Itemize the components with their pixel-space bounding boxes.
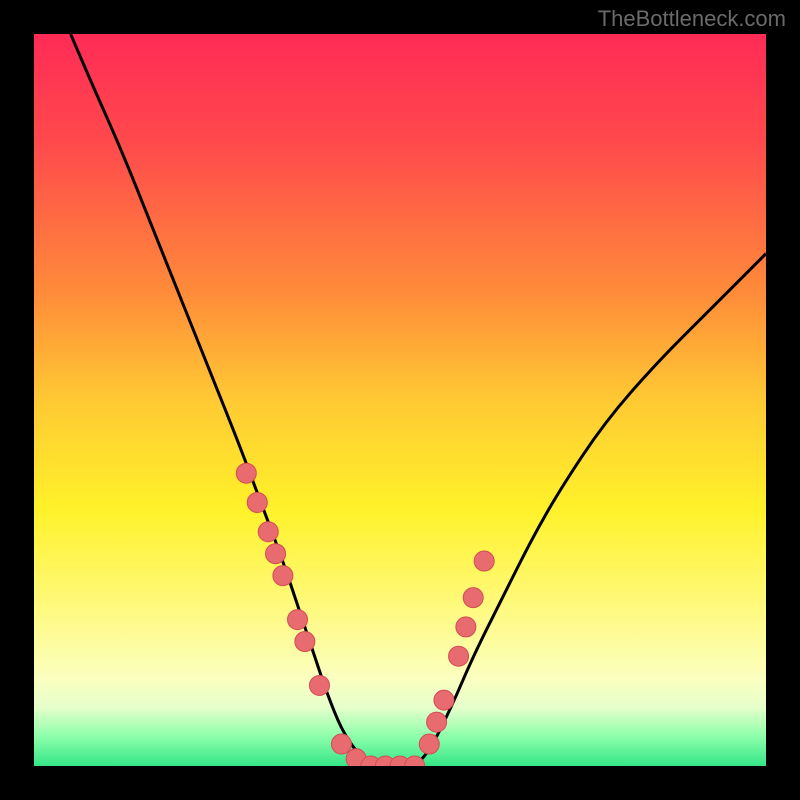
sample-marker [331,734,351,754]
sample-markers [236,463,494,766]
sample-marker [288,610,308,630]
sample-marker [258,522,278,542]
bottleneck-curve-path [71,34,766,766]
sample-marker [309,675,329,695]
sample-marker [434,690,454,710]
bottleneck-curve-svg [34,34,766,766]
sample-marker [449,646,469,666]
sample-marker [266,544,286,564]
sample-marker [474,551,494,571]
sample-marker [419,734,439,754]
sample-marker [236,463,256,483]
sample-marker [427,712,447,732]
watermark-text: TheBottleneck.com [598,6,786,32]
sample-marker [463,588,483,608]
sample-marker [273,566,293,586]
sample-marker [295,632,315,652]
sample-marker [247,492,267,512]
plot-area [34,34,766,766]
sample-marker [456,617,476,637]
